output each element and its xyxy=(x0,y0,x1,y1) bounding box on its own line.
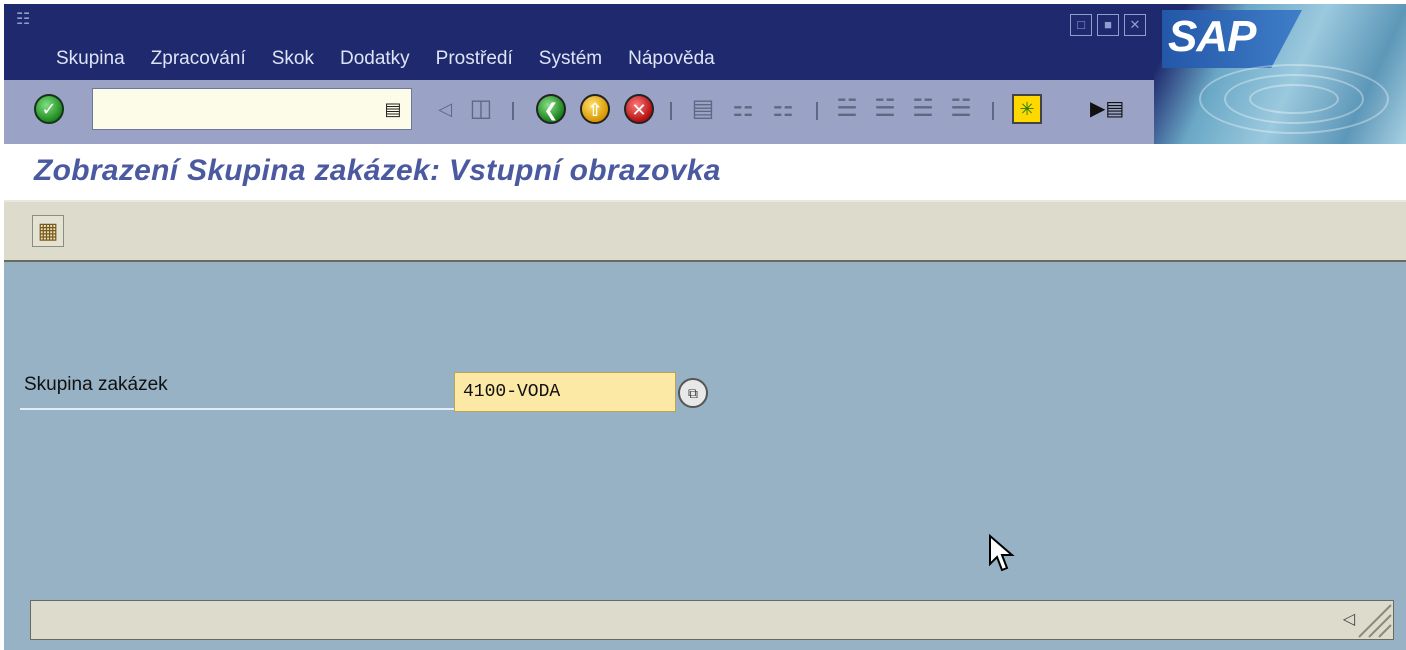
find-icon[interactable]: ⚏ xyxy=(728,94,758,124)
first-page-icon[interactable]: ☱ xyxy=(832,94,862,124)
standard-toolbar: ✓ ▤ ◁ ◫ ❮ ⇧ ✕ ▤ ⚏ ⚏ ☱ ☱ ☱ ☱ ✳ ▶▤ xyxy=(4,80,1154,144)
toolbar-separator xyxy=(992,102,994,120)
toolbar-separator xyxy=(670,102,672,120)
page-title: Zobrazení Skupina zakázek: Vstupní obraz… xyxy=(34,154,721,187)
title-bar: Zobrazení Skupina zakázek: Vstupní obraz… xyxy=(4,144,1406,200)
menu-skok[interactable]: Skok xyxy=(272,48,314,70)
menu-skupina[interactable]: Skupina xyxy=(56,48,125,70)
order-group-label: Skupina zakázek xyxy=(24,374,168,395)
ripple-decoration xyxy=(1199,64,1389,134)
back-icon[interactable]: ❮ xyxy=(536,94,566,124)
sap-logo-area: SAP xyxy=(1154,4,1406,144)
command-dropdown-icon[interactable]: ▤ xyxy=(384,98,402,120)
create-session-icon[interactable]: ✳ xyxy=(1012,94,1042,124)
back-arrow-icon[interactable]: ◁ xyxy=(430,94,460,124)
main-content: Skupina zakázek 4100-VODA ⧉ ◁ xyxy=(4,262,1406,650)
sap-logo-text: SAP xyxy=(1168,12,1256,61)
maximize-icon[interactable]: ■ xyxy=(1097,14,1119,36)
status-toggle-icon[interactable]: ◁ xyxy=(1343,609,1355,629)
application-toolbar: ▦ xyxy=(4,200,1406,262)
exit-icon[interactable]: ⇧ xyxy=(580,94,610,124)
toolbar-background: ✓ ▤ ◁ ◫ ❮ ⇧ ✕ ▤ ⚏ ⚏ ☱ ☱ ☱ ☱ ✳ ▶▤ xyxy=(4,80,1154,144)
mouse-cursor-icon xyxy=(989,534,1015,572)
toolbar-separator xyxy=(512,102,514,120)
find-next-icon[interactable]: ⚏ xyxy=(768,94,798,124)
resize-grip-icon[interactable] xyxy=(1355,601,1393,639)
menu-napoveda[interactable]: Nápověda xyxy=(628,48,715,70)
order-group-input[interactable]: 4100-VODA xyxy=(454,372,676,412)
save-icon[interactable]: ◫ xyxy=(466,94,496,124)
menu-dodatky[interactable]: Dodatky xyxy=(340,48,410,70)
menu-bar: Skupina Zpracování Skok Dodatky Prostřed… xyxy=(56,48,741,70)
previous-page-icon[interactable]: ☱ xyxy=(870,94,900,124)
command-field[interactable] xyxy=(92,88,412,130)
enter-icon[interactable]: ✓ xyxy=(34,94,64,124)
print-icon[interactable]: ▤ xyxy=(688,94,718,124)
shortcut-icon[interactable]: ▶▤ xyxy=(1090,94,1124,124)
cancel-icon[interactable]: ✕ xyxy=(624,94,654,124)
toolbar-separator xyxy=(816,102,818,120)
value-help-icon[interactable]: ⧉ xyxy=(678,378,708,408)
last-page-icon[interactable]: ☱ xyxy=(946,94,976,124)
menu-zpracovani[interactable]: Zpracování xyxy=(151,48,246,70)
sap-window: ☷ Skupina Zpracování Skok Dodatky Prostř… xyxy=(4,4,1406,650)
menu-prostredi[interactable]: Prostředí xyxy=(436,48,513,70)
system-menu-icon[interactable]: ☷ xyxy=(16,12,36,28)
next-page-icon[interactable]: ☱ xyxy=(908,94,938,124)
close-icon[interactable]: ✕ xyxy=(1124,14,1146,36)
hierarchy-icon[interactable]: ▦ xyxy=(32,215,64,247)
menu-system[interactable]: Systém xyxy=(539,48,602,70)
minimize-icon[interactable]: □ xyxy=(1070,14,1092,36)
field-underline xyxy=(20,408,454,410)
status-bar: ◁ xyxy=(30,600,1394,640)
